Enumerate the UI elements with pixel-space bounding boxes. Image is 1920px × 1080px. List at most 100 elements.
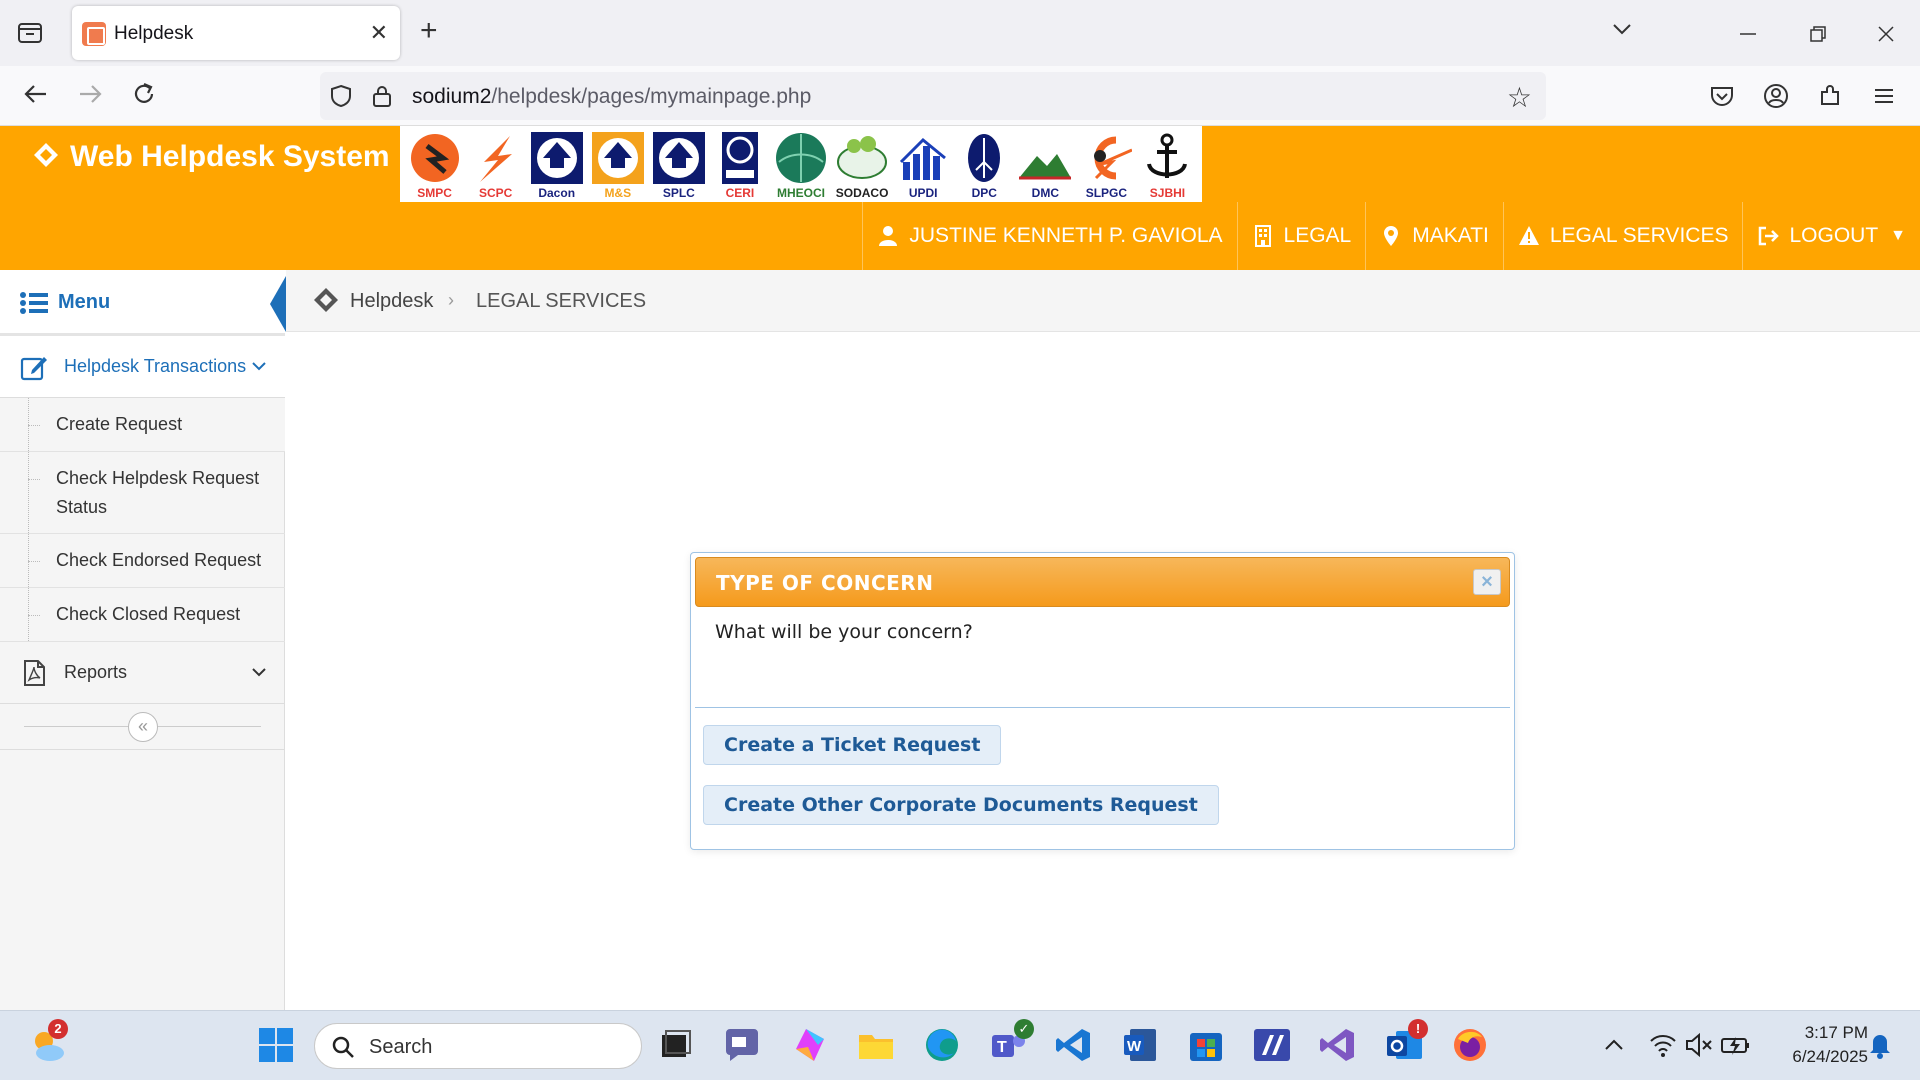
logout-icon [1759,226,1780,246]
svg-text:W: W [1127,1038,1142,1055]
logo-dacon: Dacon [526,128,587,200]
create-ticket-request-button[interactable]: Create a Ticket Request [703,725,1002,765]
header-user[interactable]: JUSTINE KENNETH P. GAVIOLA [862,202,1236,270]
pocket-icon[interactable] [1708,82,1736,110]
back-icon[interactable] [22,80,50,108]
minimize-icon[interactable] [1738,24,1758,44]
ticket-icon [314,288,338,312]
logo-mheoci: MHEOCI [770,128,831,200]
browser-tab-helpdesk[interactable]: Helpdesk ✕ [72,6,400,60]
close-tab-icon[interactable]: ✕ [370,20,388,46]
slpgc-logo-icon [1094,136,1133,180]
splc-logo-icon [652,132,705,184]
clock-date: 6/24/2025 [1792,1047,1868,1066]
microsoft-store-icon[interactable] [1186,1025,1226,1065]
taskbar-search-input[interactable]: Search [314,1023,642,1069]
close-window-icon[interactable] [1876,24,1896,44]
visual-studio-icon[interactable] [1318,1025,1358,1065]
hamburger-menu-icon[interactable] [1870,82,1898,110]
tree-line [28,452,29,533]
tracking-shield-icon[interactable] [330,84,352,108]
list-icon [20,292,48,314]
logo-dpc: DPC [954,128,1015,200]
new-tab-icon[interactable]: + [420,16,438,46]
map-marker-icon [1384,226,1399,246]
scpc-logo-icon [479,136,512,182]
sidebar-menu-header[interactable]: Menu [0,270,286,336]
show-hidden-icons-chevron-icon[interactable] [1600,1025,1628,1065]
dialog-title-bar[interactable]: TYPE OF CONCERN × [695,557,1510,607]
firefox-icon[interactable] [1450,1025,1490,1065]
helpdesk-favicon-icon [82,22,106,46]
tree-dash [28,479,40,480]
sidebar-collapse-row: « [0,704,285,750]
notification-bell-icon[interactable] [1866,1025,1894,1065]
collapse-sidebar-icon[interactable]: « [128,712,158,742]
reload-icon[interactable] [130,80,158,108]
dialog-close-icon[interactable]: × [1473,569,1501,595]
url-text[interactable]: sodium2/helpdesk/pages/mymainpage.php [412,85,811,109]
ticket-icon [34,143,58,167]
sidebar-item-check-closed-request[interactable]: Check Closed Request [0,588,285,642]
building-icon [1254,225,1271,247]
sidebar-item-label: Check Endorsed Request [56,550,262,570]
sidebar-item-create-request[interactable]: Create Request [0,398,285,452]
brand[interactable]: Web Helpdesk System [32,140,390,174]
logo-sodaco: SODACO [832,128,893,200]
volume-muted-icon[interactable] [1684,1025,1714,1065]
sidebar-item-label: Check Closed Request [56,604,241,624]
chat-icon[interactable] [722,1025,762,1065]
header-department[interactable]: LEGAL [1236,202,1366,270]
forward-icon[interactable] [76,80,104,108]
tree-dash [28,615,40,616]
header-location[interactable]: MAKATI [1365,202,1503,270]
word-icon[interactable]: W [1120,1025,1160,1065]
vscode-icon[interactable] [1054,1025,1094,1065]
windows-start-icon[interactable] [256,1025,296,1065]
ceri-logo-icon [721,132,758,184]
address-bar[interactable]: sodium2/helpdesk/pages/mymainpage.php ☆ [320,72,1546,120]
sidebar-group-label: Helpdesk Transactions [64,356,247,376]
sidebar-group-helpdesk-transactions[interactable]: Helpdesk Transactions [0,336,285,398]
updi-logo-icon [900,137,947,180]
menu-pointer [270,276,286,332]
sidebar-group-reports[interactable]: Reports [0,642,285,704]
sidebar-item-check-helpdesk-request-status[interactable]: Check Helpdesk Request Status [0,452,285,534]
microsoft-365-icon[interactable] [790,1025,830,1065]
clock[interactable]: 3:17 PM 6/24/2025 [1772,1021,1868,1069]
mheoci-logo-icon [776,133,826,183]
chevron-down-icon [252,668,266,677]
breadcrumb-separator-icon: › [448,290,454,310]
app-header: Web Helpdesk System SMPC SCPC Dacon M&S … [0,126,1920,270]
sidebar: Menu Helpdesk Transactions Create Reques… [0,270,286,1010]
clock-time: 3:17 PM [1804,1023,1868,1042]
file-explorer-icon[interactable] [856,1025,896,1065]
battery-charging-icon[interactable] [1720,1025,1750,1065]
logout-button[interactable]: LOGOUT ▼ [1742,202,1920,270]
logo-splc: SPLC [648,128,709,200]
brand-title: Web Helpdesk System [70,140,390,173]
dpc-logo-icon [968,134,1001,182]
tab-overflow-chevron-icon[interactable] [1612,22,1632,36]
breadcrumb-home-link[interactable]: Helpdesk [350,290,433,313]
logo-scpc: SCPC [465,128,526,200]
lock-icon[interactable] [372,84,392,108]
restore-icon[interactable] [1808,24,1828,44]
account-icon[interactable] [1762,82,1790,110]
breadcrumb-current: LEGAL SERVICES [476,290,647,312]
dialog-question: What will be your concern? [715,621,973,643]
logo-updi: UPDI [893,128,954,200]
extensions-icon[interactable] [1816,82,1844,110]
wifi-icon[interactable] [1648,1025,1678,1065]
tab-list-icon[interactable] [16,18,44,46]
sidebar-item-check-endorsed-request[interactable]: Check Endorsed Request [0,534,285,588]
teams-status-check-icon: ✓ [1014,1019,1034,1039]
header-section[interactable]: LEGAL SERVICES [1502,202,1743,270]
powerapps-icon[interactable] [1252,1025,1292,1065]
warning-icon [1518,226,1539,245]
edge-icon[interactable] [922,1025,962,1065]
browser-tab-bar: Helpdesk ✕ + [0,0,1920,66]
task-view-icon[interactable] [656,1025,696,1065]
create-corporate-documents-request-button[interactable]: Create Other Corporate Documents Request [703,785,1219,825]
bookmark-star-icon[interactable]: ☆ [1507,81,1532,114]
